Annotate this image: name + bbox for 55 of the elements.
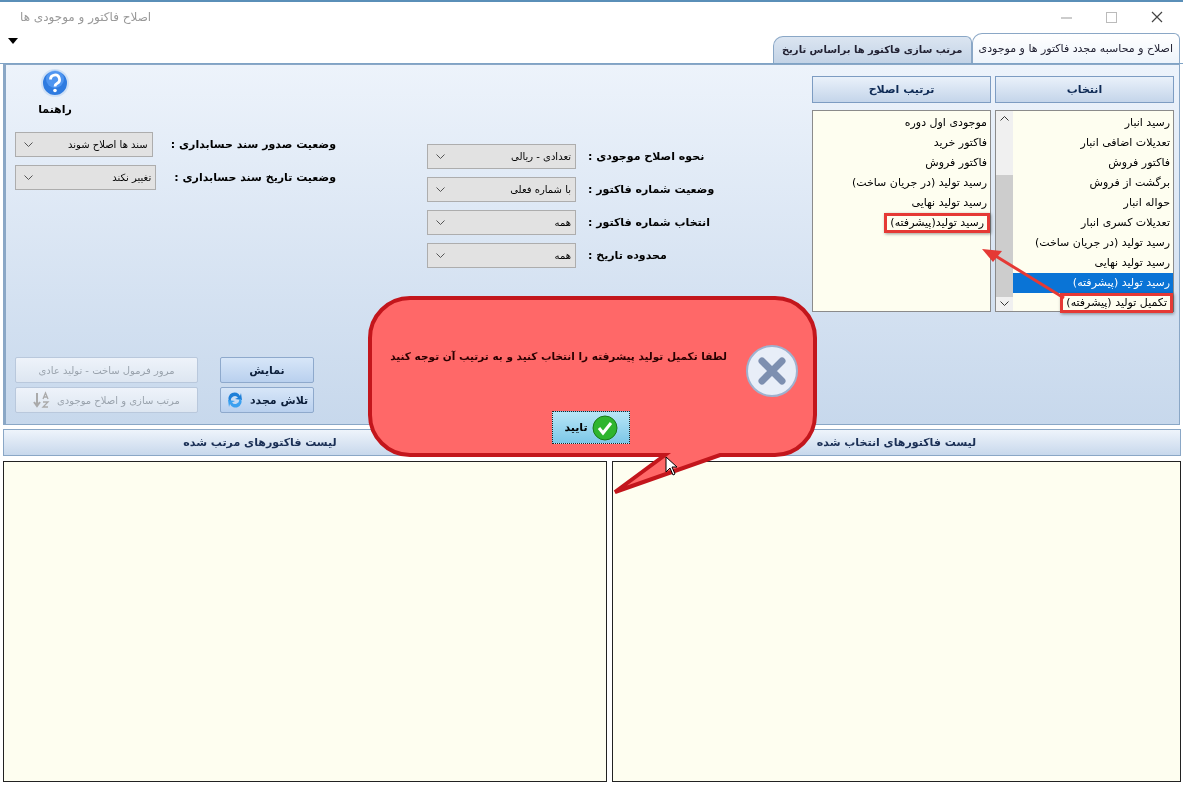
chevron-icon [436, 220, 445, 225]
chevron-icon [436, 187, 445, 192]
list-item[interactable]: تعدیلات کسری انبار [1013, 213, 1173, 233]
window-title: اصلاح فاکتور و موجودی ها [20, 10, 152, 24]
dropdown[interactable]: سند ها اصلاح شوند [15, 132, 153, 157]
refresh-icon [225, 391, 244, 409]
list-item[interactable]: رسید تولید (در جریان ساخت) [1013, 233, 1173, 253]
scrollbar[interactable] [996, 111, 1013, 311]
cursor-icon [665, 456, 678, 476]
list-item[interactable]: فاکتور فروش [1013, 153, 1173, 173]
message-text: لطفا تکمیل تولید پیشرفته را انتخاب کنید و به ترتیب آن توجه کنید [390, 350, 727, 362]
close-icon[interactable] [1151, 11, 1163, 23]
list-item[interactable]: رسید تولید نهایی [1013, 253, 1173, 273]
list-item[interactable]: تعدیلات اضافی انبار [1013, 133, 1173, 153]
list-item[interactable]: فاکتور فروش [813, 153, 990, 173]
scroll-down-icon[interactable] [1000, 301, 1009, 306]
dropdown[interactable]: تعدادی - ریالی [427, 144, 576, 169]
option-label: وضعیت صدور سند حسابداری : [170, 138, 336, 151]
dropdown[interactable]: همه [427, 210, 576, 235]
dropdown[interactable]: با شماره فعلی [427, 177, 576, 202]
sort-icon [33, 391, 52, 409]
help-icon[interactable] [41, 69, 69, 97]
chevron-icon [436, 154, 445, 159]
help-label: راهنما [38, 103, 72, 116]
list-item[interactable]: رسید انبار [1013, 113, 1173, 133]
chevron-icon [436, 253, 445, 258]
list-item[interactable]: رسید تولید (در جریان ساخت) [813, 173, 990, 193]
confirm-button[interactable]: تایید [552, 411, 630, 444]
dropdown[interactable]: تغییر نکند [15, 165, 157, 190]
list-item[interactable]: حواله انبار [1013, 193, 1173, 213]
chevron-icon [24, 142, 33, 147]
list-item[interactable]: تکمیل تولید (پیشرفته) [1060, 293, 1173, 313]
dropdown-icon[interactable] [8, 37, 18, 44]
error-icon [746, 345, 798, 397]
option-label: نحوه اصلاح موجودی : [588, 150, 705, 163]
option-label: وضعیت شماره فاکتور : [588, 183, 715, 196]
action-button[interactable]: نمایش [220, 357, 314, 383]
dropdown[interactable]: همه [427, 243, 576, 268]
column-header: ترتیب اصلاح [812, 76, 991, 103]
list-item[interactable]: رسید تولید (پیشرفته) [1013, 273, 1173, 293]
retry-button[interactable]: تلاش مجدد [220, 387, 314, 413]
scroll-up-icon[interactable] [1000, 116, 1009, 121]
list-item[interactable]: رسید تولید نهایی [813, 193, 990, 213]
chevron-icon [24, 175, 33, 180]
check-icon [591, 414, 618, 441]
list-item[interactable]: برگشت از فروش [1013, 173, 1173, 193]
list-item[interactable]: فاکتور خرید [813, 133, 990, 153]
column-header: انتخاب [995, 76, 1174, 103]
option-label: انتخاب شماره فاکتور : [588, 216, 710, 229]
tab[interactable]: مرتب سازی فاکتور ها براساس تاریخ [772, 36, 972, 63]
list-item[interactable]: رسید تولید(پیشرفته) [884, 213, 990, 233]
list-item[interactable]: موجودی اول دوره [813, 113, 990, 133]
tab[interactable]: اصلاح و محاسبه مجدد فاکتور ها و موجودی [971, 33, 1180, 63]
option-label: محدوده تاریخ : [588, 249, 667, 262]
option-label: وضعیت تاریخ سند حسابداری : [174, 171, 336, 184]
